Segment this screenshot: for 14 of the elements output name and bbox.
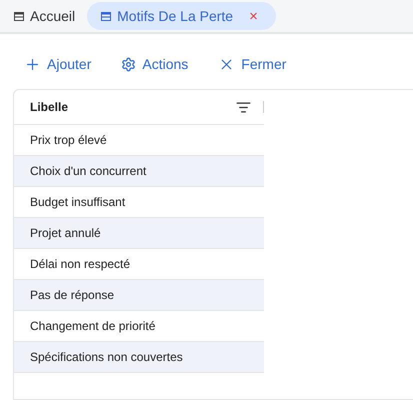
table-row[interactable]: Pas de réponse bbox=[14, 280, 264, 311]
table-icon bbox=[101, 12, 112, 20]
settings-icon bbox=[121, 56, 136, 72]
table-row[interactable]: Projet annulé bbox=[14, 218, 264, 249]
table-row[interactable]: Choix d'un concurrent bbox=[14, 156, 264, 187]
toolbar-button[interactable]: Ajouter bbox=[24, 56, 92, 72]
column-header: Libelle bbox=[30, 100, 70, 114]
toolbar-button[interactable]: Actions bbox=[121, 56, 188, 72]
filter-icon[interactable] bbox=[236, 100, 251, 114]
tab[interactable]: Motifs De La Perte × bbox=[87, 2, 276, 30]
tab[interactable]: Accueil bbox=[10, 2, 84, 30]
table-row[interactable]: Spécifications non couvertes bbox=[14, 342, 264, 373]
table-icon bbox=[14, 12, 24, 20]
toolbar-button[interactable]: Fermer bbox=[218, 56, 286, 72]
